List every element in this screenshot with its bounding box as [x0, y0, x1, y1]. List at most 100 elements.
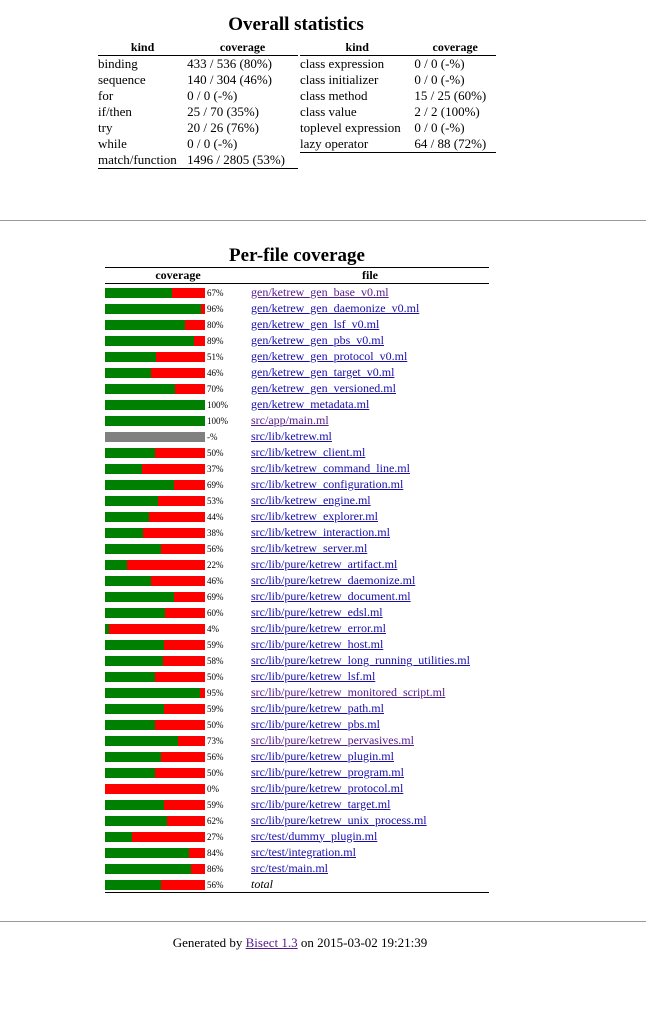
stat-kind: match/function [98, 152, 188, 169]
coverage-bar-fill [105, 479, 174, 490]
coverage-bar-fill [105, 687, 200, 698]
file-cell: src/lib/pure/ketrew_plugin.ml [251, 748, 489, 764]
file-link[interactable]: gen/ketrew_metadata.ml [251, 397, 369, 411]
coverage-column-header: coverage [414, 40, 496, 56]
file-link[interactable]: gen/ketrew_gen_target_v0.ml [251, 365, 394, 379]
file-link[interactable]: src/lib/pure/ketrew_unix_process.ml [251, 813, 427, 827]
file-link[interactable]: src/lib/pure/ketrew_artifact.ml [251, 557, 397, 571]
stats-row: match/function 1496 / 2805 (53%) [98, 152, 298, 169]
file-link[interactable]: src/lib/ketrew_server.ml [251, 541, 367, 555]
file-link[interactable]: src/lib/ketrew_configuration.ml [251, 477, 403, 491]
file-link[interactable]: src/lib/pure/ketrew_lsf.ml [251, 669, 375, 683]
coverage-cell: 46% [105, 572, 251, 588]
file-link[interactable]: src/lib/pure/ketrew_protocol.ml [251, 781, 403, 795]
stat-kind: toplevel expression [300, 120, 401, 135]
stat-coverage: 0 / 0 (-%) [187, 136, 238, 151]
file-cell: src/lib/pure/ketrew_unix_process.ml [251, 812, 489, 828]
coverage-bar [105, 495, 205, 506]
file-row: 100% gen/ketrew_metadata.ml [105, 396, 489, 412]
file-link[interactable]: gen/ketrew_gen_protocol_v0.ml [251, 349, 407, 363]
file-link[interactable]: src/lib/pure/ketrew_daemonize.ml [251, 573, 415, 587]
coverage-bar-fill [105, 655, 163, 666]
file-link[interactable]: src/app/main.ml [251, 413, 329, 427]
file-link[interactable]: gen/ketrew_gen_daemonize_v0.ml [251, 301, 419, 315]
coverage-percent: 96% [207, 303, 224, 314]
file-link[interactable]: src/lib/pure/ketrew_host.ml [251, 637, 383, 651]
file-row: 84% src/test/integration.ml [105, 844, 489, 860]
file-cell: src/lib/ketrew_explorer.ml [251, 508, 489, 524]
coverage-bar [105, 783, 205, 794]
file-cell: src/lib/ketrew_interaction.ml [251, 524, 489, 540]
stat-kind: for [98, 88, 114, 103]
stat-kind: class initializer [300, 72, 379, 87]
file-link[interactable]: src/test/main.ml [251, 861, 328, 875]
file-row: 58% src/lib/pure/ketrew_long_running_util… [105, 652, 489, 668]
file-link[interactable]: src/lib/pure/ketrew_program.ml [251, 765, 404, 779]
file-cell: gen/ketrew_gen_daemonize_v0.ml [251, 300, 489, 316]
stats-row: class expression 0 / 0 (-%) [300, 56, 496, 73]
file-link[interactable]: src/test/integration.ml [251, 845, 356, 859]
file-row: 37% src/lib/ketrew_command_line.ml [105, 460, 489, 476]
coverage-percent: 56% [207, 879, 224, 890]
coverage-bar [105, 879, 205, 890]
coverage-percent: 59% [207, 703, 224, 714]
coverage-cell: 100% [105, 396, 251, 412]
file-link[interactable]: src/lib/ketrew_client.ml [251, 445, 365, 459]
stat-kind: binding [98, 56, 138, 71]
coverage-bar-fill [105, 815, 167, 826]
file-link[interactable]: src/lib/pure/ketrew_path.ml [251, 701, 384, 715]
file-cell: gen/ketrew_gen_target_v0.ml [251, 364, 489, 380]
stats-row: while 0 / 0 (-%) [98, 136, 298, 152]
stats-row: class value 2 / 2 (100%) [300, 104, 496, 120]
file-link[interactable]: src/lib/pure/ketrew_pbs.ml [251, 717, 380, 731]
file-row: 50% src/lib/pure/ketrew_lsf.ml [105, 668, 489, 684]
file-link[interactable]: src/lib/pure/ketrew_edsl.ml [251, 605, 383, 619]
stats-row: class initializer 0 / 0 (-%) [300, 72, 496, 88]
file-link[interactable]: gen/ketrew_gen_lsf_v0.ml [251, 317, 379, 331]
file-link[interactable]: src/lib/pure/ketrew_target.ml [251, 797, 390, 811]
stat-coverage: 0 / 0 (-%) [414, 72, 465, 87]
file-row: 56% src/lib/ketrew_server.ml [105, 540, 489, 556]
file-link[interactable]: gen/ketrew_gen_base_v0.ml [251, 285, 389, 299]
file-link[interactable]: src/lib/pure/ketrew_long_running_utiliti… [251, 653, 470, 667]
coverage-cell: 50% [105, 716, 251, 732]
file-row: 73% src/lib/pure/ketrew_pervasives.ml [105, 732, 489, 748]
file-link[interactable]: src/lib/ketrew_interaction.ml [251, 525, 390, 539]
coverage-bar-fill [105, 639, 164, 650]
file-link[interactable]: gen/ketrew_gen_pbs_v0.ml [251, 333, 384, 347]
coverage-bar [105, 559, 205, 570]
file-link[interactable]: src/lib/ketrew_engine.ml [251, 493, 371, 507]
coverage-bar-fill [105, 703, 164, 714]
file-link[interactable]: src/lib/ketrew_explorer.ml [251, 509, 378, 523]
file-row: 69% src/lib/pure/ketrew_document.ml [105, 588, 489, 604]
file-row: 38% src/lib/ketrew_interaction.ml [105, 524, 489, 540]
coverage-percent: 50% [207, 671, 224, 682]
coverage-bar-fill [105, 447, 155, 458]
file-link[interactable]: src/lib/pure/ketrew_document.ml [251, 589, 411, 603]
coverage-bar-fill [105, 575, 151, 586]
stat-coverage: 140 / 304 (46%) [187, 72, 272, 87]
stats-row: lazy operator 64 / 88 (72%) [300, 136, 496, 153]
file-link[interactable]: src/lib/pure/ketrew_error.ml [251, 621, 386, 635]
file-link[interactable]: src/lib/ketrew_command_line.ml [251, 461, 410, 475]
file-cell: src/lib/pure/ketrew_daemonize.ml [251, 572, 489, 588]
file-link[interactable]: src/lib/ketrew.ml [251, 429, 332, 443]
coverage-bar-fill [105, 399, 205, 410]
file-link[interactable]: src/test/dummy_plugin.ml [251, 829, 377, 843]
coverage-percent: 38% [207, 527, 224, 538]
file-link[interactable]: gen/ketrew_gen_versioned.ml [251, 381, 396, 395]
coverage-cell: 51% [105, 348, 251, 364]
file-row: 22% src/lib/pure/ketrew_artifact.ml [105, 556, 489, 572]
bisect-link[interactable]: Bisect 1.3 [246, 935, 298, 950]
coverage-cell: 38% [105, 524, 251, 540]
file-cell: src/lib/pure/ketrew_protocol.ml [251, 780, 489, 796]
file-cell: src/lib/pure/ketrew_edsl.ml [251, 604, 489, 620]
file-row: 44% src/lib/ketrew_explorer.ml [105, 508, 489, 524]
stat-coverage: 1496 / 2805 (53%) [187, 152, 298, 169]
file-link[interactable]: src/lib/pure/ketrew_pervasives.ml [251, 733, 414, 747]
coverage-bar-fill [105, 543, 161, 554]
file-link[interactable]: src/lib/pure/ketrew_plugin.ml [251, 749, 394, 763]
coverage-bar-fill [105, 751, 161, 762]
file-link[interactable]: src/lib/pure/ketrew_monitored_script.ml [251, 685, 445, 699]
coverage-bar-fill [105, 623, 109, 634]
